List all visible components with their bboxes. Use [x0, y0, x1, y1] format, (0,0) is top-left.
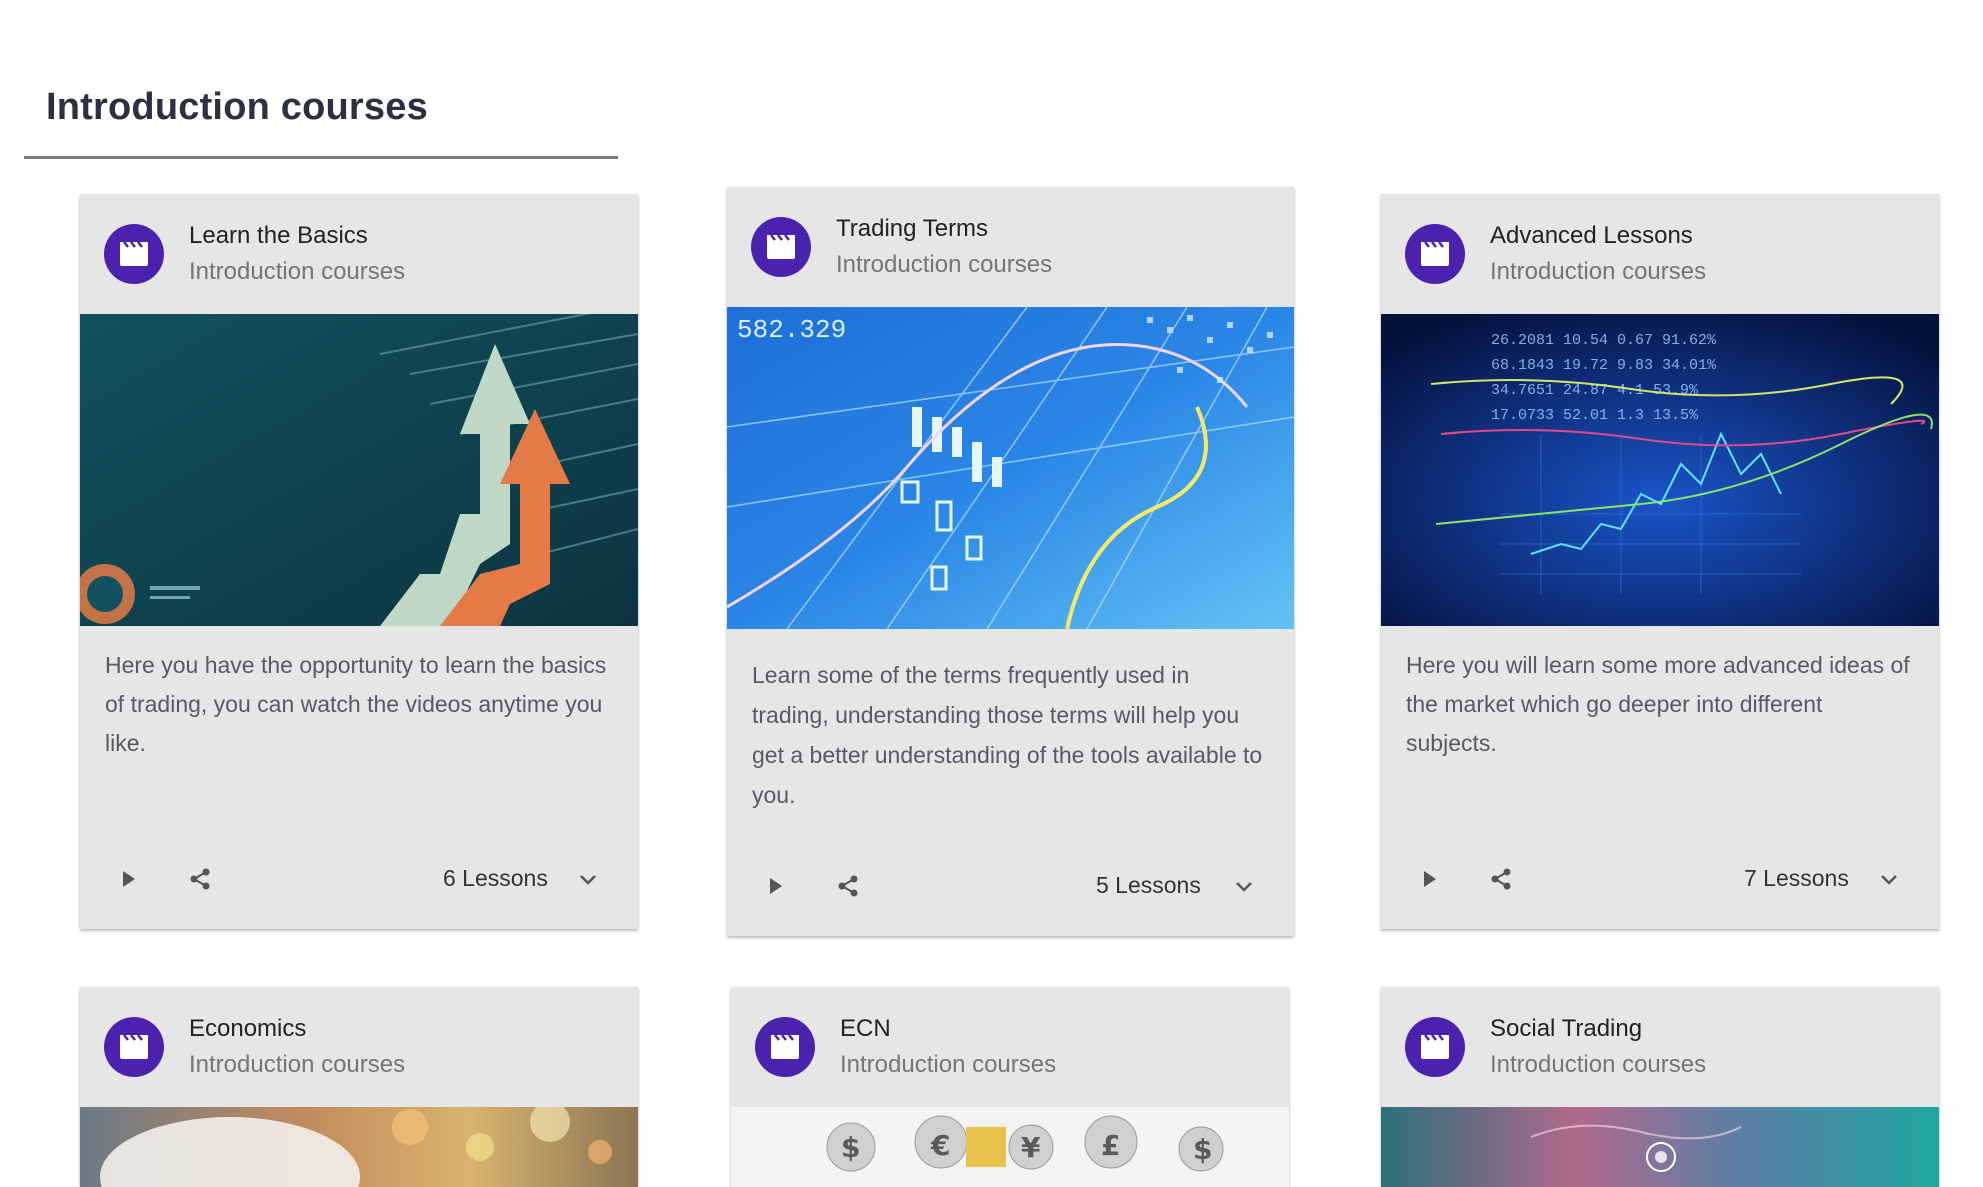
lessons-count: 7 Lessons: [1744, 865, 1849, 891]
card-subtitle: Introduction courses: [840, 1051, 1057, 1078]
course-image-stock-ticker: 26.2081 10.54 0.67 91.62% 68.1843 19.72 …: [1381, 314, 1939, 626]
play-button[interactable]: [1405, 855, 1453, 903]
card-subtitle: Introduction courses: [189, 258, 406, 285]
card-header: Economics Introduction courses: [80, 987, 638, 1107]
course-image-currency-symbols: $ € ¥ £ $: [731, 1107, 1289, 1187]
play-icon: [123, 871, 135, 887]
expand-button[interactable]: [564, 855, 612, 903]
chevron-down-icon: [1236, 882, 1252, 892]
svg-text:26.2081 10.54 0.67 91.62%: 26.2081 10.54 0.67 91.62%: [1491, 332, 1717, 349]
card-actions: 6 Lessons: [80, 829, 638, 929]
svg-text:€: €: [930, 1129, 950, 1162]
card-title: Learn the Basics: [189, 222, 368, 249]
card-header: Trading Terms Introduction courses: [727, 187, 1294, 307]
card-header: ECN Introduction courses: [731, 987, 1289, 1107]
course-card-social-trading: Social Trading Introduction courses: [1381, 987, 1939, 1187]
movie-clapper-icon: [1405, 224, 1465, 284]
share-button[interactable]: [1477, 855, 1525, 903]
card-subtitle: Introduction courses: [1490, 1051, 1707, 1078]
lessons-count: 6 Lessons: [443, 865, 548, 891]
course-card-economics: Economics Introduction courses: [80, 987, 638, 1187]
lessons-count: 5 Lessons: [1096, 872, 1201, 898]
movie-clapper-icon: [104, 1017, 164, 1077]
card-actions: 7 Lessons: [1381, 829, 1939, 929]
svg-text:£: £: [1101, 1129, 1120, 1162]
svg-text:$: $: [841, 1131, 860, 1164]
svg-text:$: $: [1193, 1133, 1212, 1166]
chevron-down-icon: [1881, 875, 1897, 885]
course-image-world-network: [1381, 1107, 1939, 1187]
svg-text:¥: ¥: [1021, 1131, 1041, 1164]
card-header: Advanced Lessons Introduction courses: [1381, 194, 1939, 314]
course-image-bokeh: [80, 1107, 638, 1187]
play-button[interactable]: [751, 862, 799, 910]
section-title: Introduction courses: [46, 86, 428, 128]
movie-clapper-icon: [751, 217, 811, 277]
expand-button[interactable]: [1865, 855, 1913, 903]
card-subtitle: Introduction courses: [836, 251, 1053, 278]
svg-text:68.1843 19.72 9.83 34.01%: 68.1843 19.72 9.83 34.01%: [1491, 357, 1717, 374]
card-subtitle: Introduction courses: [189, 1051, 406, 1078]
course-card-ecn: ECN Introduction courses $ € ¥ £ $: [731, 987, 1289, 1187]
card-title: Advanced Lessons: [1490, 222, 1693, 249]
movie-clapper-icon: [1405, 1017, 1465, 1077]
card-description: Here you have the opportunity to learn t…: [105, 652, 607, 756]
course-image-rising-arrows: [80, 314, 638, 626]
play-icon: [770, 878, 782, 894]
card-title: ECN: [840, 1015, 891, 1042]
section-header: Introduction courses: [24, 84, 618, 159]
card-title: Economics: [189, 1015, 307, 1042]
course-image-candlestick: 582.329: [727, 307, 1294, 629]
card-header: Social Trading Introduction courses: [1381, 987, 1939, 1107]
share-button[interactable]: [824, 862, 872, 910]
svg-text:17.0733 52.01 1.3 13.5%: 17.0733 52.01 1.3 13.5%: [1491, 407, 1699, 424]
card-description: Here you will learn some more advanced i…: [1406, 652, 1910, 756]
course-card-advanced-lessons: Advanced Lessons Introduction courses 26…: [1381, 194, 1939, 929]
card-header: Learn the Basics Introduction courses: [80, 194, 638, 314]
card-description: Learn some of the terms frequently used …: [752, 662, 1263, 808]
share-icon: [190, 868, 210, 890]
card-subtitle: Introduction courses: [1490, 258, 1707, 285]
chevron-down-icon: [580, 875, 596, 885]
play-button[interactable]: [104, 855, 152, 903]
card-title: Trading Terms: [836, 215, 989, 242]
course-card-learn-the-basics: Learn the Basics Introduction courses He: [80, 194, 638, 929]
play-icon: [1424, 871, 1436, 887]
svg-text:582.329: 582.329: [737, 315, 846, 345]
movie-clapper-icon: [755, 1017, 815, 1077]
expand-button[interactable]: [1220, 862, 1268, 910]
card-actions: 5 Lessons: [727, 836, 1294, 936]
share-icon: [838, 875, 858, 897]
card-title: Social Trading: [1490, 1015, 1643, 1042]
share-button[interactable]: [176, 855, 224, 903]
movie-clapper-icon: [104, 224, 164, 284]
share-icon: [1491, 868, 1511, 890]
course-card-trading-terms: Trading Terms Introduction courses 582.3…: [727, 187, 1294, 936]
